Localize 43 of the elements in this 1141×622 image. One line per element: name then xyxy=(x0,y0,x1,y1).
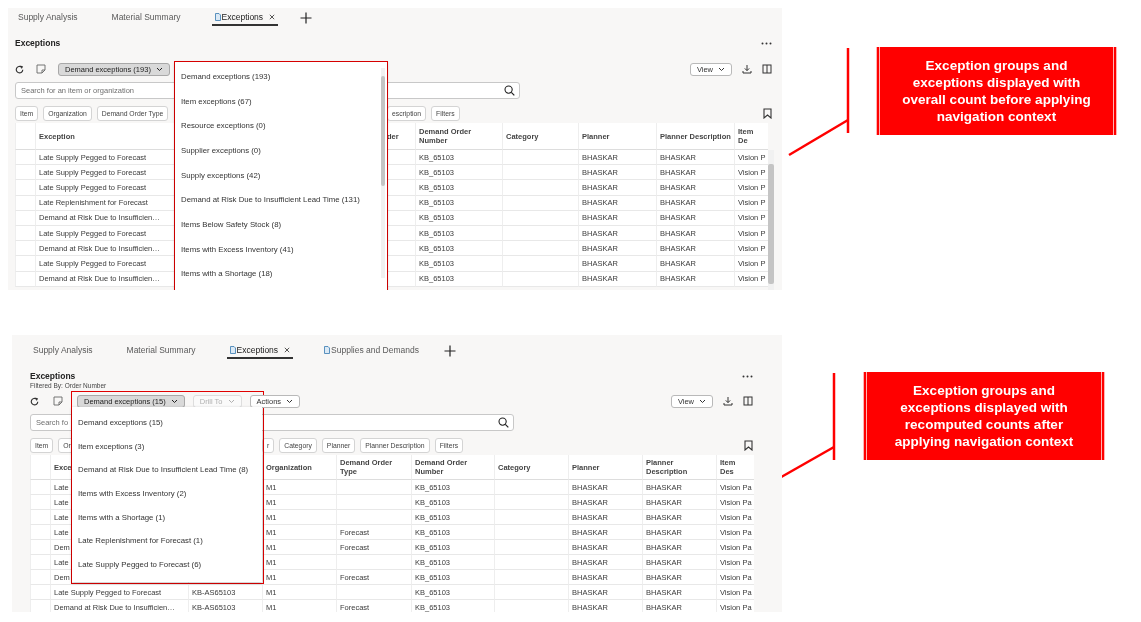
chevron-down-icon xyxy=(699,398,706,404)
more-icon[interactable] xyxy=(742,375,753,378)
bookmark-icon[interactable] xyxy=(744,439,753,451)
callout-note: Exception groups and exceptions displayed with recomputed counts after applying navigation context xyxy=(863,372,1105,460)
note-icon[interactable] xyxy=(36,64,46,74)
add-tab-icon[interactable] xyxy=(300,12,313,24)
close-icon[interactable] xyxy=(269,14,276,20)
tab[interactable]: Exceptions xyxy=(211,10,279,26)
add-tab-icon[interactable] xyxy=(444,345,456,357)
table-cell xyxy=(30,480,50,495)
more-icon[interactable] xyxy=(761,42,772,45)
chevron-down-icon xyxy=(170,398,178,404)
scrollbar[interactable] xyxy=(768,150,774,290)
table-cell xyxy=(15,150,35,166)
chevron-down-icon xyxy=(227,398,235,404)
search-icon[interactable] xyxy=(504,85,515,96)
panel-title: Exceptions xyxy=(15,37,61,49)
callout-note: Exception groups and exceptions displayed with overall count before applying navigation context xyxy=(876,47,1117,135)
columns-icon[interactable] xyxy=(762,64,772,74)
chevron-down-icon xyxy=(286,398,294,404)
chevron-down-icon xyxy=(718,66,725,72)
tab[interactable]: Exceptions xyxy=(226,343,294,359)
tab[interactable]: Material Summary xyxy=(108,10,184,26)
panel-title: Exceptions xyxy=(30,370,77,382)
tab[interactable]: Supplies and Demands xyxy=(321,343,422,359)
tab[interactable]: Material Summary xyxy=(123,343,199,359)
search-icon[interactable] xyxy=(498,417,509,428)
column-header xyxy=(15,123,35,150)
columns-icon[interactable] xyxy=(743,396,753,406)
tab[interactable]: Supply Analysis xyxy=(15,10,81,26)
chevron-down-icon xyxy=(155,66,163,72)
scrollbar[interactable] xyxy=(381,68,385,278)
document-icon xyxy=(324,346,331,354)
note-icon[interactable] xyxy=(53,396,63,406)
refresh-icon[interactable] xyxy=(15,64,24,74)
download-icon[interactable] xyxy=(742,64,752,74)
close-icon[interactable] xyxy=(284,347,291,353)
download-icon[interactable] xyxy=(723,396,733,406)
refresh-icon[interactable] xyxy=(30,396,39,406)
bookmark-icon[interactable] xyxy=(763,107,772,119)
document-icon xyxy=(214,13,221,21)
tab[interactable]: Supply Analysis xyxy=(30,343,96,359)
document-icon xyxy=(229,346,236,354)
